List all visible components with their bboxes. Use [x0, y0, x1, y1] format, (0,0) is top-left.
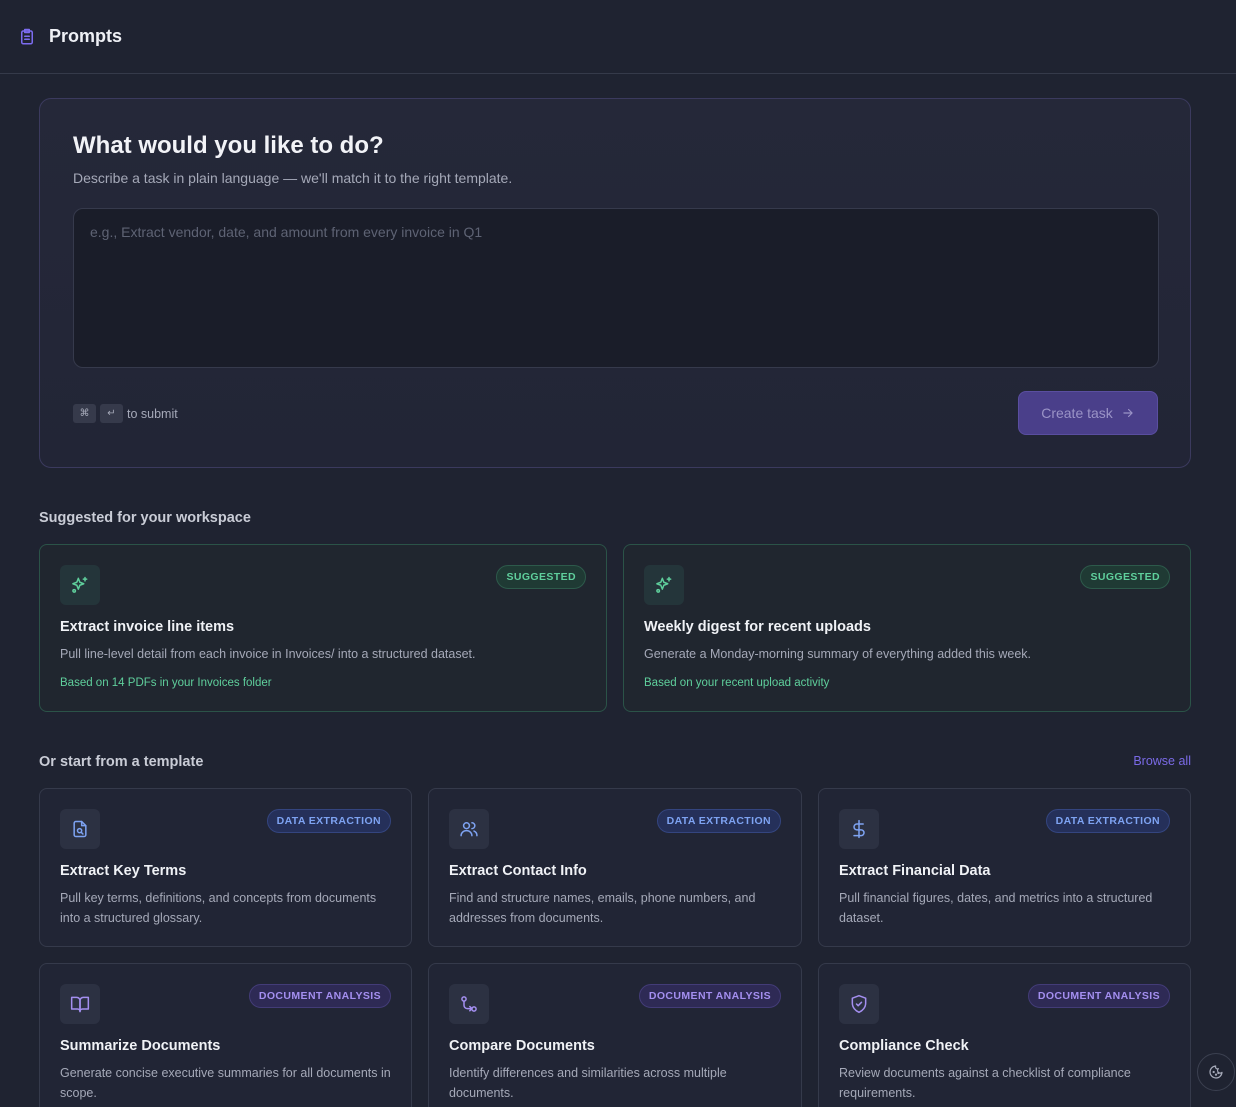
cookie-icon [1208, 1064, 1224, 1080]
create-task-button[interactable]: Create task [1018, 391, 1158, 435]
suggested-card-invoice-line-items[interactable]: SUGGESTED Extract invoice line items Pul… [39, 544, 607, 712]
task-composer-panel: What would you like to do? Describe a ta… [39, 98, 1191, 468]
command-key: ⌘ [73, 404, 96, 423]
shield-check-icon [839, 984, 879, 1024]
composer-subheading: Describe a task in plain language — we'l… [73, 170, 513, 186]
template-card-extract-key-terms[interactable]: DATA EXTRACTION Extract Key Terms Pull k… [39, 788, 412, 947]
category-badge: DATA EXTRACTION [656, 809, 781, 833]
shortcut-label: to submit [127, 406, 178, 421]
submit-shortcut-hint: ⌘ ↵ to submit [73, 404, 178, 423]
card-description: Review documents against a checklist of … [839, 1066, 1131, 1100]
git-compare-icon [449, 984, 489, 1024]
file-search-icon [60, 809, 100, 849]
template-card-extract-contact-info[interactable]: DATA EXTRACTION Extract Contact Info Fin… [428, 788, 802, 947]
card-title: Extract Contact Info [449, 863, 587, 879]
template-card-extract-financial-data[interactable]: DATA EXTRACTION Extract Financial Data P… [818, 788, 1191, 947]
clipboard-list-icon [18, 28, 36, 46]
card-description: Identify differences and similarities ac… [449, 1066, 727, 1100]
category-badge: DATA EXTRACTION [266, 809, 391, 833]
arrow-right-icon [1121, 406, 1135, 420]
sparkles-icon [60, 565, 100, 605]
category-badge: DOCUMENT ANALYSIS [248, 984, 391, 1008]
card-suggestion-reason: Based on 14 PDFs in your Invoices folder [60, 677, 272, 689]
card-description: Generate concise executive summaries for… [60, 1066, 391, 1100]
users-icon [449, 809, 489, 849]
card-description: Pull line-level detail from each invoice… [60, 647, 476, 661]
template-card-compliance-check[interactable]: DOCUMENT ANALYSIS Compliance Check Revie… [818, 963, 1191, 1107]
cookie-settings-button[interactable] [1197, 1053, 1235, 1091]
page-title: Prompts [49, 26, 123, 46]
dollar-icon [839, 809, 879, 849]
card-suggestion-reason: Based on your recent upload activity [644, 677, 830, 689]
card-title: Compliance Check [839, 1038, 969, 1054]
card-title: Compare Documents [449, 1038, 595, 1054]
templates-section-title: Or start from a template [39, 754, 204, 770]
card-description: Find and structure names, emails, phone … [449, 891, 756, 925]
card-description: Pull key terms, definitions, and concept… [60, 891, 377, 925]
card-description: Generate a Monday-morning summary of eve… [644, 647, 1031, 661]
suggested-section-title: Suggested for your workspace [39, 510, 251, 526]
card-title: Extract Financial Data [839, 863, 991, 879]
template-card-summarize-documents[interactable]: DOCUMENT ANALYSIS Summarize Documents Ge… [39, 963, 412, 1107]
enter-key: ↵ [100, 404, 123, 423]
template-card-compare-documents[interactable]: DOCUMENT ANALYSIS Compare Documents Iden… [428, 963, 802, 1107]
card-title: Summarize Documents [60, 1038, 221, 1054]
sparkles-icon [644, 565, 684, 605]
book-open-icon [60, 984, 100, 1024]
category-badge: DATA EXTRACTION [1045, 809, 1170, 833]
suggested-badge: SUGGESTED [1080, 565, 1170, 589]
category-badge: DOCUMENT ANALYSIS [1027, 984, 1170, 1008]
suggested-badge: SUGGESTED [496, 565, 586, 589]
card-title: Weekly digest for recent uploads [644, 619, 871, 635]
composer-heading: What would you like to do? [73, 132, 384, 159]
card-title: Extract Key Terms [60, 863, 187, 879]
category-badge: DOCUMENT ANALYSIS [638, 984, 781, 1008]
card-description: Pull financial figures, dates, and metri… [839, 891, 1153, 925]
create-task-label: Create task [1041, 405, 1113, 421]
card-title: Extract invoice line items [60, 619, 235, 635]
top-bar: Prompts [0, 0, 1236, 74]
browse-all-link[interactable]: Browse all [1133, 754, 1191, 768]
task-description-input[interactable] [73, 208, 1159, 368]
suggested-card-weekly-digest[interactable]: SUGGESTED Weekly digest for recent uploa… [623, 544, 1191, 712]
